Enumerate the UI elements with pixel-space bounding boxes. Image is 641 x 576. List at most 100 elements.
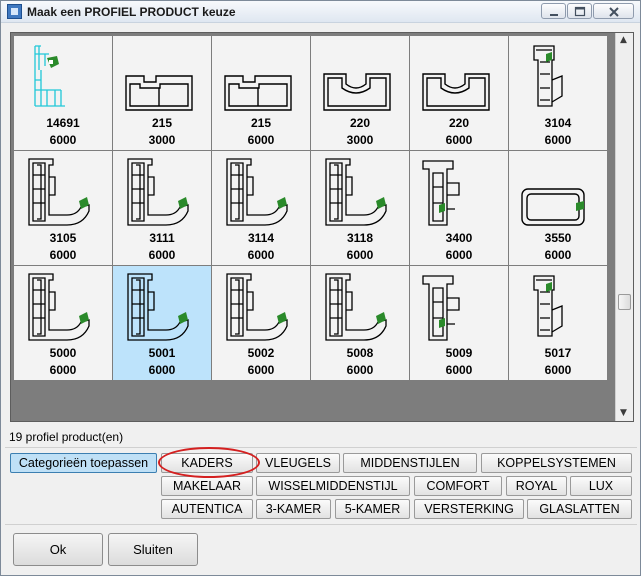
vertical-scrollbar[interactable]: ▲ ▼ [615,33,633,421]
category-button-lux[interactable]: LUX [570,476,632,496]
scroll-down-arrow-icon[interactable]: ▼ [620,408,627,418]
product-code: 3105 [49,231,77,245]
profile-rect-icon [521,188,585,226]
profile-double-box-icon [125,75,193,111]
category-button-vleugels[interactable]: VLEUGELS [256,453,340,473]
close-button[interactable] [593,3,634,19]
profile-frame-icon [127,273,189,341]
product-length: 6000 [49,133,77,147]
product-code: 14691 [46,116,80,130]
category-button-royal[interactable]: ROYAL [506,476,567,496]
product-cell[interactable]: 5008 6000 [311,266,409,380]
product-code: 3400 [445,231,473,245]
category-button-5-kamer[interactable]: 5-KAMER [335,499,410,519]
profile-frame-icon [226,158,288,226]
profile-frame-icon [28,158,90,226]
product-code: 220 [448,116,470,130]
category-button-wisselmiddenstijl[interactable]: WISSELMIDDENSTIJL [256,476,410,496]
scroll-up-arrow-icon[interactable]: ▲ [620,35,627,45]
profile-notch-box-icon [323,73,391,111]
category-button-middenstijlen[interactable]: MIDDENSTIJLEN [343,453,477,473]
profile-t-icon [422,275,460,341]
ok-button[interactable]: Ok [13,533,103,566]
product-code: 5009 [445,346,473,360]
product-cell[interactable]: 5017 6000 [509,266,607,380]
window-title: Maak een PROFIEL PRODUCT keuze [27,5,236,19]
product-code: 3104 [544,116,572,130]
product-length: 6000 [148,363,176,377]
title-bar: Maak een PROFIEL PRODUCT keuze [1,1,640,23]
app-icon [7,4,22,19]
product-cell[interactable]: 14691 6000 [14,36,112,150]
category-button-koppelsystemen[interactable]: KOPPELSYSTEMEN [481,453,632,473]
product-length: 6000 [148,248,176,262]
product-length: 6000 [445,133,473,147]
product-length: 6000 [544,363,572,377]
product-code: 3118 [346,231,374,245]
profile-cyan-icon [34,45,65,107]
product-length: 6000 [346,363,374,377]
product-code: 5001 [148,346,176,360]
product-cell[interactable]: 220 3000 [311,36,409,150]
product-code: 5017 [544,346,572,360]
divider [5,524,637,525]
product-cell[interactable]: 3111 6000 [113,151,211,265]
product-length: 6000 [49,248,77,262]
product-code: 3114 [247,231,275,245]
product-cell[interactable]: 3118 6000 [311,151,409,265]
product-cell[interactable]: 3550 6000 [509,151,607,265]
product-count-label: 19 profiel product(en) [9,430,124,444]
product-cell[interactable]: 5001 6000 [113,266,211,380]
maximize-button[interactable] [567,3,592,19]
product-cell[interactable]: 5000 6000 [14,266,112,380]
product-length: 6000 [544,248,572,262]
scroll-thumb[interactable] [618,294,631,310]
product-length: 6000 [544,133,572,147]
product-cell[interactable]: 215 6000 [212,36,310,150]
product-cell[interactable]: 215 3000 [113,36,211,150]
profile-frame-icon [325,158,387,226]
product-length: 3000 [148,133,176,147]
apply-categories-button[interactable]: Categorieën toepassen [10,453,157,473]
category-button-versterking[interactable]: VERSTERKING [414,499,524,519]
product-code: 215 [250,116,272,130]
profile-vertical-icon [533,45,563,107]
product-length: 6000 [346,248,374,262]
product-code: 3111 [149,231,175,245]
product-length: 6000 [247,363,275,377]
product-length: 6000 [445,248,473,262]
product-cell[interactable]: 3105 6000 [14,151,112,265]
product-length: 6000 [49,363,77,377]
product-cell[interactable]: 5009 6000 [410,266,508,380]
category-button-3-kamer[interactable]: 3-KAMER [256,499,331,519]
category-button-kaders[interactable]: KADERS [161,453,253,473]
product-picker-window: Maak een PROFIEL PRODUCT keuze 14691 6000… [0,0,641,576]
category-button-glaslatten[interactable]: GLASLATTEN [527,499,632,519]
close-icon [609,7,619,17]
close-dialog-button[interactable]: Sluiten [108,533,198,566]
product-cell[interactable]: 5002 6000 [212,266,310,380]
product-length: 6000 [445,363,473,377]
maximize-icon [574,6,586,17]
product-cell[interactable]: 220 6000 [410,36,508,150]
product-code: 5000 [49,346,77,360]
product-code: 220 [349,116,371,130]
product-cell[interactable]: 3400 6000 [410,151,508,265]
profile-t-icon [422,160,460,226]
minimize-button[interactable] [541,3,566,19]
category-button-autentica[interactable]: AUTENTICA [161,499,253,519]
product-length: 6000 [247,248,275,262]
divider [5,447,637,448]
profile-vertical-icon [533,275,563,337]
category-button-comfort[interactable]: COMFORT [414,476,502,496]
profile-notch-box-icon [422,73,490,111]
product-cell[interactable]: 3114 6000 [212,151,310,265]
minimize-icon [550,14,558,16]
product-grid: 14691 6000 215 3000 215 6000 220 3000 220 6000 310… [14,36,609,382]
product-length: 3000 [346,133,374,147]
category-button-makelaar[interactable]: MAKELAAR [161,476,253,496]
product-code: 215 [151,116,173,130]
product-cell[interactable]: 3104 6000 [509,36,607,150]
product-code: 3550 [544,231,572,245]
profile-frame-icon [325,273,387,341]
